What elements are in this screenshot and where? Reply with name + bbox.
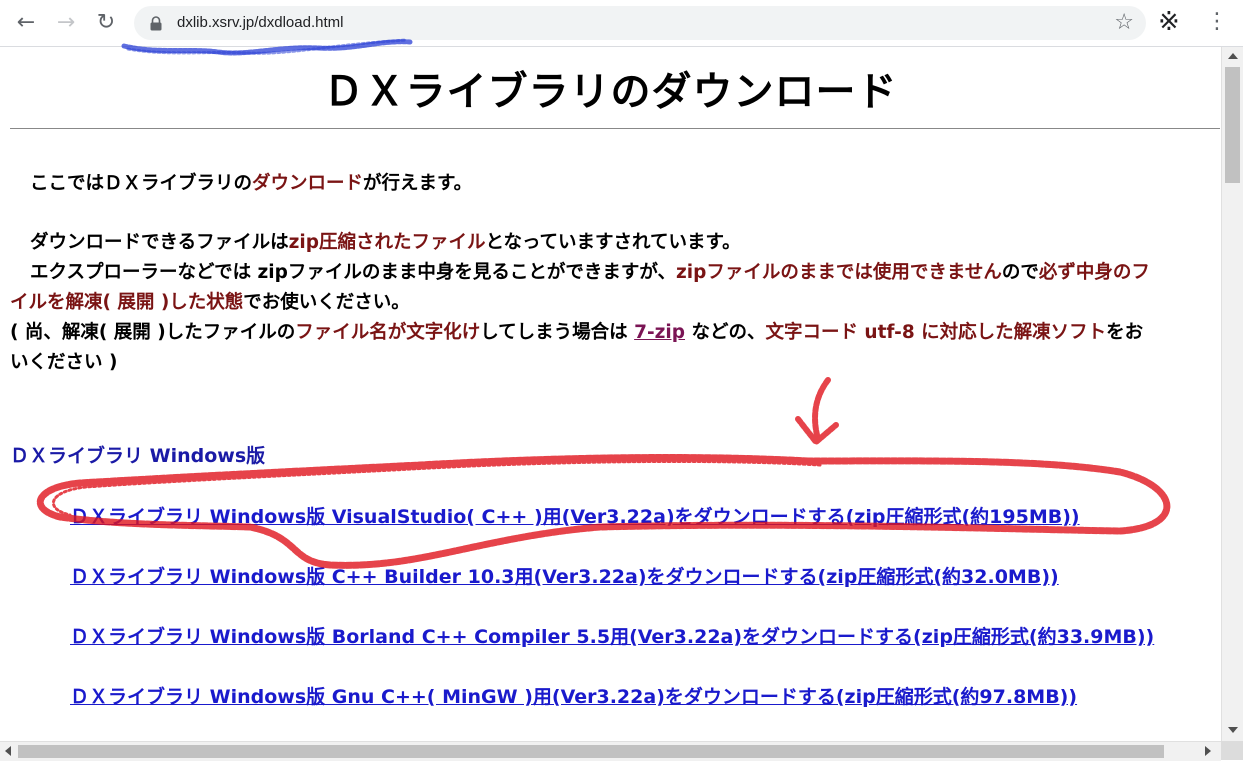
intro-text-end: が行えます。: [363, 173, 473, 194]
forward-arrow-icon: →: [56, 10, 76, 35]
note-text: でお使いください。: [243, 292, 410, 313]
scroll-right-arrow-icon[interactable]: [1205, 746, 1211, 756]
intro-highlight: ダウンロード: [252, 173, 364, 194]
download-link-mingw[interactable]: ＤＸライブラリ Windows版 Gnu C++( MinGW )用(Ver3.…: [70, 682, 1077, 709]
note-line-5: いください ): [10, 352, 117, 374]
intro-text: ここではＤＸライブラリの: [30, 173, 253, 194]
note-line-4: ( 尚、解凍( 展開 )したファイルのファイル名が文字化けしてしまう場合は 7-…: [10, 322, 1143, 344]
address-bar[interactable]: dxlib.xsrv.jp/dxdload.html ☆: [134, 6, 1146, 40]
note-text: エクスプローラーなどでは zipファイルのまま中身を見ることができますが、: [30, 262, 677, 283]
lock-icon[interactable]: [149, 16, 163, 31]
note-text: ダウンロードできるファイルは: [30, 232, 289, 253]
download-link-cppbuilder[interactable]: ＤＸライブラリ Windows版 C++ Builder 10.3用(Ver3.…: [70, 562, 1059, 589]
page-viewport: ＤＸライブラリのダウンロード ここではＤＸライブラリのダウンロードが行えます。 …: [0, 47, 1221, 741]
url-text[interactable]: dxlib.xsrv.jp/dxdload.html: [177, 14, 343, 31]
download-link-borland[interactable]: ＤＸライブラリ Windows版 Borland C++ Compiler 5.…: [70, 622, 1154, 649]
note-text: ので: [1001, 262, 1039, 283]
note-line-3: イルを解凍( 展開 )した状態でお使いください。: [10, 292, 410, 314]
extension-icon[interactable]: ※: [1158, 7, 1180, 38]
note-highlight: 文字コード utf-8 に対応した解凍ソフト: [765, 322, 1107, 343]
back-button[interactable]: ←: [11, 8, 41, 38]
scroll-up-arrow-icon[interactable]: [1228, 53, 1238, 59]
note-highlight: ファイル名が文字化け: [295, 322, 481, 343]
note-text: してしまう場合は: [480, 322, 635, 343]
vertical-scroll-thumb[interactable]: [1225, 67, 1240, 183]
scrollbar-corner: [1221, 741, 1243, 760]
intro-paragraph: ここではＤＸライブラリのダウンロードが行えます。: [30, 173, 472, 195]
7zip-link[interactable]: 7-zip: [634, 322, 685, 343]
note-line-1: ダウンロードできるファイルはzip圧縮されたファイルとなっていますされています。: [30, 232, 741, 254]
reload-button[interactable]: ↻: [91, 8, 121, 38]
browser-toolbar: ← → ↻ dxlib.xsrv.jp/dxdload.html ☆ ※ ⋮: [0, 0, 1243, 47]
note-highlight: 必ず中身のフ: [1038, 262, 1150, 283]
scroll-down-arrow-icon[interactable]: [1228, 727, 1238, 733]
horizontal-scrollbar[interactable]: [0, 741, 1221, 761]
note-text: などの、: [685, 322, 766, 343]
note-text: となっていますされています。: [485, 232, 741, 253]
note-text: いください ): [10, 352, 118, 373]
download-link-visualstudio[interactable]: ＤＸライブラリ Windows版 VisualStudio( C++ )用(Ve…: [70, 502, 1080, 529]
reload-icon: ↻: [96, 10, 116, 35]
browser-menu-icon[interactable]: ⋮: [1206, 8, 1228, 37]
scroll-left-arrow-icon[interactable]: [5, 746, 11, 756]
title-divider: [10, 128, 1220, 129]
note-highlight: イルを解凍( 展開 )した状態: [10, 292, 244, 313]
note-line-2: エクスプローラーなどでは zipファイルのまま中身を見ることができますが、zip…: [30, 262, 1150, 284]
bookmark-star-icon[interactable]: ☆: [1114, 10, 1134, 35]
note-text: をお: [1106, 322, 1144, 343]
note-highlight: zipファイルのままでは使用できません: [676, 262, 1002, 283]
page-title: ＤＸライブラリのダウンロード: [323, 69, 898, 115]
note-text: ( 尚、解凍( 展開 )したファイルの: [10, 322, 296, 343]
forward-button[interactable]: →: [51, 8, 81, 38]
note-highlight: zip圧縮されたファイル: [288, 232, 486, 253]
vertical-scrollbar[interactable]: [1221, 47, 1243, 741]
horizontal-scroll-thumb[interactable]: [18, 745, 1164, 758]
back-arrow-icon: ←: [16, 10, 36, 35]
section-heading-windows: ＤＸライブラリ Windows版: [10, 445, 266, 467]
